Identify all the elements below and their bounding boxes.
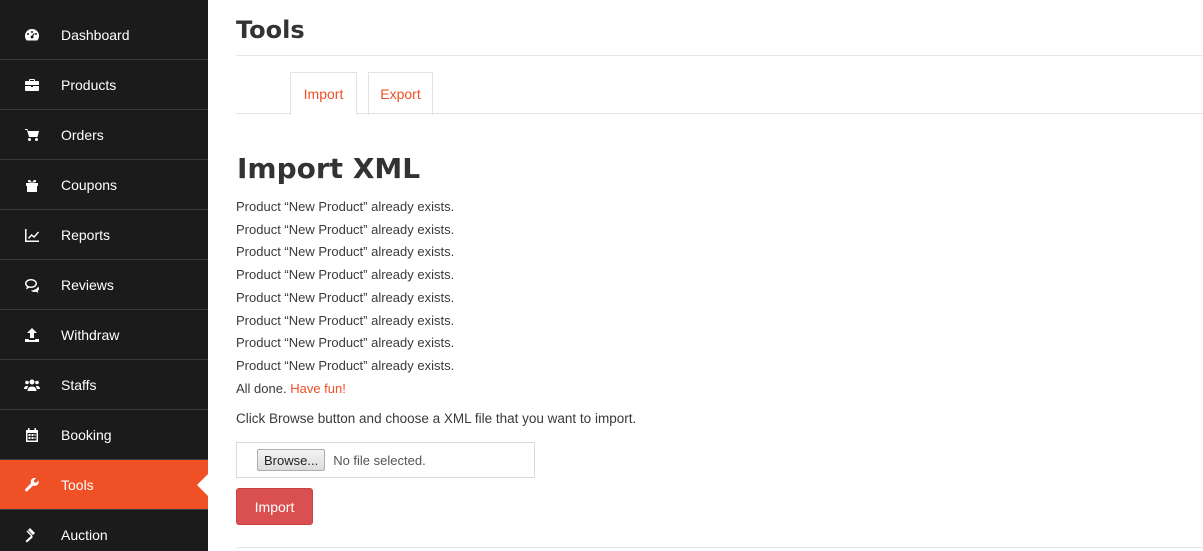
sidebar-item-reports[interactable]: Reports <box>0 210 208 260</box>
sidebar-item-label: Auction <box>61 526 108 543</box>
sidebar-item-label: Reviews <box>61 276 114 293</box>
sidebar-item-dashboard[interactable]: Dashboard <box>0 0 208 60</box>
briefcase-icon <box>23 76 41 94</box>
message-line: Product “New Product” already exists. <box>236 267 455 283</box>
sidebar-item-booking[interactable]: Booking <box>0 410 208 460</box>
sidebar-item-label: Reports <box>61 226 111 243</box>
sidebar-item-label: Coupons <box>61 176 118 193</box>
file-status: No file selected. <box>333 452 426 468</box>
message-line: Product “New Product” already exists. <box>236 221 455 237</box>
cart-icon <box>23 126 41 144</box>
message-line: Product “New Product” already exists. <box>236 199 455 214</box>
comments-icon <box>23 276 41 294</box>
import-messages: Product “New Product” already exists. Pr… <box>236 196 454 400</box>
import-instruction: Click Browse button and choose a XML fil… <box>236 411 637 426</box>
message-line: Product “New Product” already exists. <box>236 357 455 373</box>
have-fun-link[interactable]: Have fun! <box>290 381 346 396</box>
page-title: Tools <box>236 16 305 44</box>
users-icon <box>23 376 41 394</box>
sidebar-item-coupons[interactable]: Coupons <box>0 160 208 210</box>
message-line: Product “New Product” already exists. <box>236 244 455 260</box>
sidebar-item-staffs[interactable]: Staffs <box>0 360 208 410</box>
tab-import[interactable]: Import <box>290 72 357 115</box>
sidebar-item-tools[interactable]: Tools <box>0 460 208 510</box>
done-line: All done. Have fun! <box>236 378 454 401</box>
sidebar-item-label: Dashboard <box>61 26 130 43</box>
sidebar-item-reviews[interactable]: Reviews <box>0 260 208 310</box>
sidebar-item-orders[interactable]: Orders <box>0 110 208 160</box>
tab-bar: Import Export <box>236 72 1203 115</box>
sidebar-item-withdraw[interactable]: Withdraw <box>0 310 208 360</box>
message-line: Product “New Product” already exists. <box>236 335 455 351</box>
sidebar: Dashboard Products Orders Coupons Report… <box>0 0 208 551</box>
gift-icon <box>23 176 41 194</box>
sidebar-item-label: Staffs <box>61 376 97 393</box>
import-button[interactable]: Import <box>236 488 313 525</box>
gavel-icon <box>23 526 41 544</box>
message-line: Product “New Product” already exists. <box>236 312 455 328</box>
calendar-icon <box>23 426 41 444</box>
tab-export[interactable]: Export <box>368 72 433 115</box>
line-chart-icon <box>23 226 41 244</box>
message-line: Product “New Product” already exists. <box>236 289 455 305</box>
bottom-divider <box>236 547 1203 548</box>
file-input[interactable]: Browse... No file selected. <box>236 442 535 478</box>
title-divider <box>236 55 1203 56</box>
main-content: Tools Import Export Import XML Product “… <box>236 0 1203 551</box>
sidebar-item-label: Products <box>61 76 117 93</box>
sidebar-item-products[interactable]: Products <box>0 60 208 110</box>
section-title: Import XML <box>237 152 421 185</box>
wrench-icon <box>23 476 41 494</box>
dashboard-icon <box>23 26 41 44</box>
sidebar-item-label: Orders <box>61 126 104 143</box>
sidebar-item-label: Tools <box>61 476 94 493</box>
sidebar-item-auction[interactable]: Auction <box>0 510 208 551</box>
sidebar-item-label: Booking <box>61 426 112 443</box>
done-text: All done. <box>236 380 287 396</box>
sidebar-item-label: Withdraw <box>61 326 120 343</box>
upload-icon <box>23 326 41 344</box>
browse-button[interactable]: Browse... <box>257 449 326 471</box>
